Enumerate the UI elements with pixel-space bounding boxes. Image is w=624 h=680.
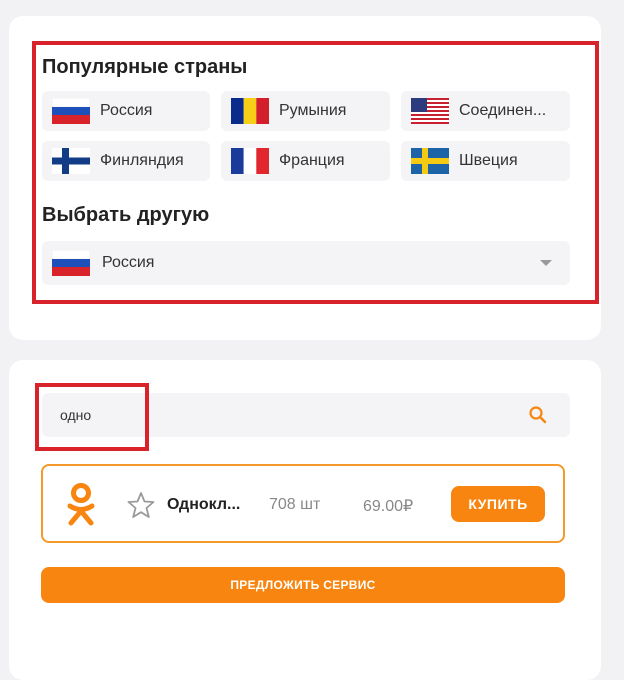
service-count: 708 шт bbox=[269, 496, 321, 513]
france-flag-icon bbox=[231, 148, 269, 174]
country-name: Румыния bbox=[279, 102, 347, 119]
service-row-odnoklassniki: Однокл... 708 шт 69.00₽ КУПИТЬ bbox=[41, 464, 565, 543]
suggest-service-button[interactable]: ПРЕДЛОЖИТЬ СЕРВИС bbox=[41, 567, 565, 603]
country-chip-usa[interactable]: Соединен... bbox=[401, 91, 570, 131]
finland-flag-icon bbox=[52, 148, 90, 174]
country-name: Финляндия bbox=[100, 152, 184, 169]
russia-flag-icon bbox=[52, 98, 90, 124]
country-name: Россия bbox=[100, 102, 153, 119]
country-name: Швеция bbox=[459, 152, 518, 169]
selected-country-name: Россия bbox=[102, 254, 155, 271]
country-select[interactable]: Россия bbox=[42, 241, 570, 285]
russia-flag-icon bbox=[52, 250, 90, 276]
country-name: Соединен... bbox=[459, 102, 547, 119]
usa-flag-icon bbox=[411, 98, 449, 124]
star-icon[interactable] bbox=[127, 491, 155, 519]
country-chip-russia[interactable]: Россия bbox=[42, 91, 210, 131]
odnoklassniki-icon bbox=[67, 483, 95, 526]
country-chip-romania[interactable]: Румыния bbox=[221, 91, 390, 131]
country-chip-finland[interactable]: Финляндия bbox=[42, 141, 210, 181]
service-price: 69.00₽ bbox=[363, 498, 414, 515]
choose-other-title: Выбрать другую bbox=[42, 204, 210, 226]
buy-button[interactable]: КУПИТЬ bbox=[451, 486, 545, 522]
service-name: Однокл... bbox=[167, 496, 241, 513]
service-search bbox=[42, 393, 570, 437]
search-input[interactable] bbox=[42, 393, 502, 437]
popular-countries-title: Популярные страны bbox=[42, 56, 248, 78]
sweden-flag-icon bbox=[411, 148, 449, 174]
search-icon[interactable] bbox=[528, 405, 548, 425]
country-chip-france[interactable]: Франция bbox=[221, 141, 390, 181]
chevron-down-icon bbox=[540, 260, 552, 266]
romania-flag-icon bbox=[231, 98, 269, 124]
country-name: Франция bbox=[279, 152, 345, 169]
country-chip-sweden[interactable]: Швеция bbox=[401, 141, 570, 181]
